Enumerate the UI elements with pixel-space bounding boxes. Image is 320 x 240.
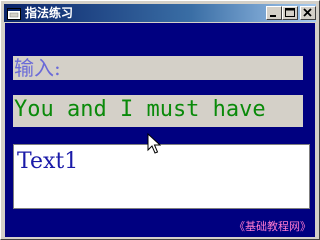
text-input[interactable]: Text1	[13, 144, 310, 209]
practice-sentence-label: You and I must have	[13, 95, 303, 127]
close-button[interactable]	[300, 6, 316, 20]
prompt-label: 输入:	[13, 56, 303, 80]
title-bar[interactable]: 指法练习	[4, 4, 316, 22]
app-window: 指法练习 输入: You and I must have Text1 《基础教程…	[0, 0, 320, 240]
watermark: 《基础教程网》	[234, 220, 311, 233]
mouse-pointer-icon	[147, 133, 161, 154]
app-form-icon[interactable]	[7, 6, 21, 20]
maximize-button[interactable]	[282, 6, 298, 20]
minimize-icon	[270, 15, 276, 17]
minimize-button[interactable]	[266, 6, 282, 20]
close-icon	[303, 8, 312, 17]
window-title: 指法练习	[25, 6, 74, 20]
form-client-area: 输入: You and I must have Text1 《基础教程网》	[5, 23, 315, 237]
maximize-icon	[285, 8, 295, 17]
